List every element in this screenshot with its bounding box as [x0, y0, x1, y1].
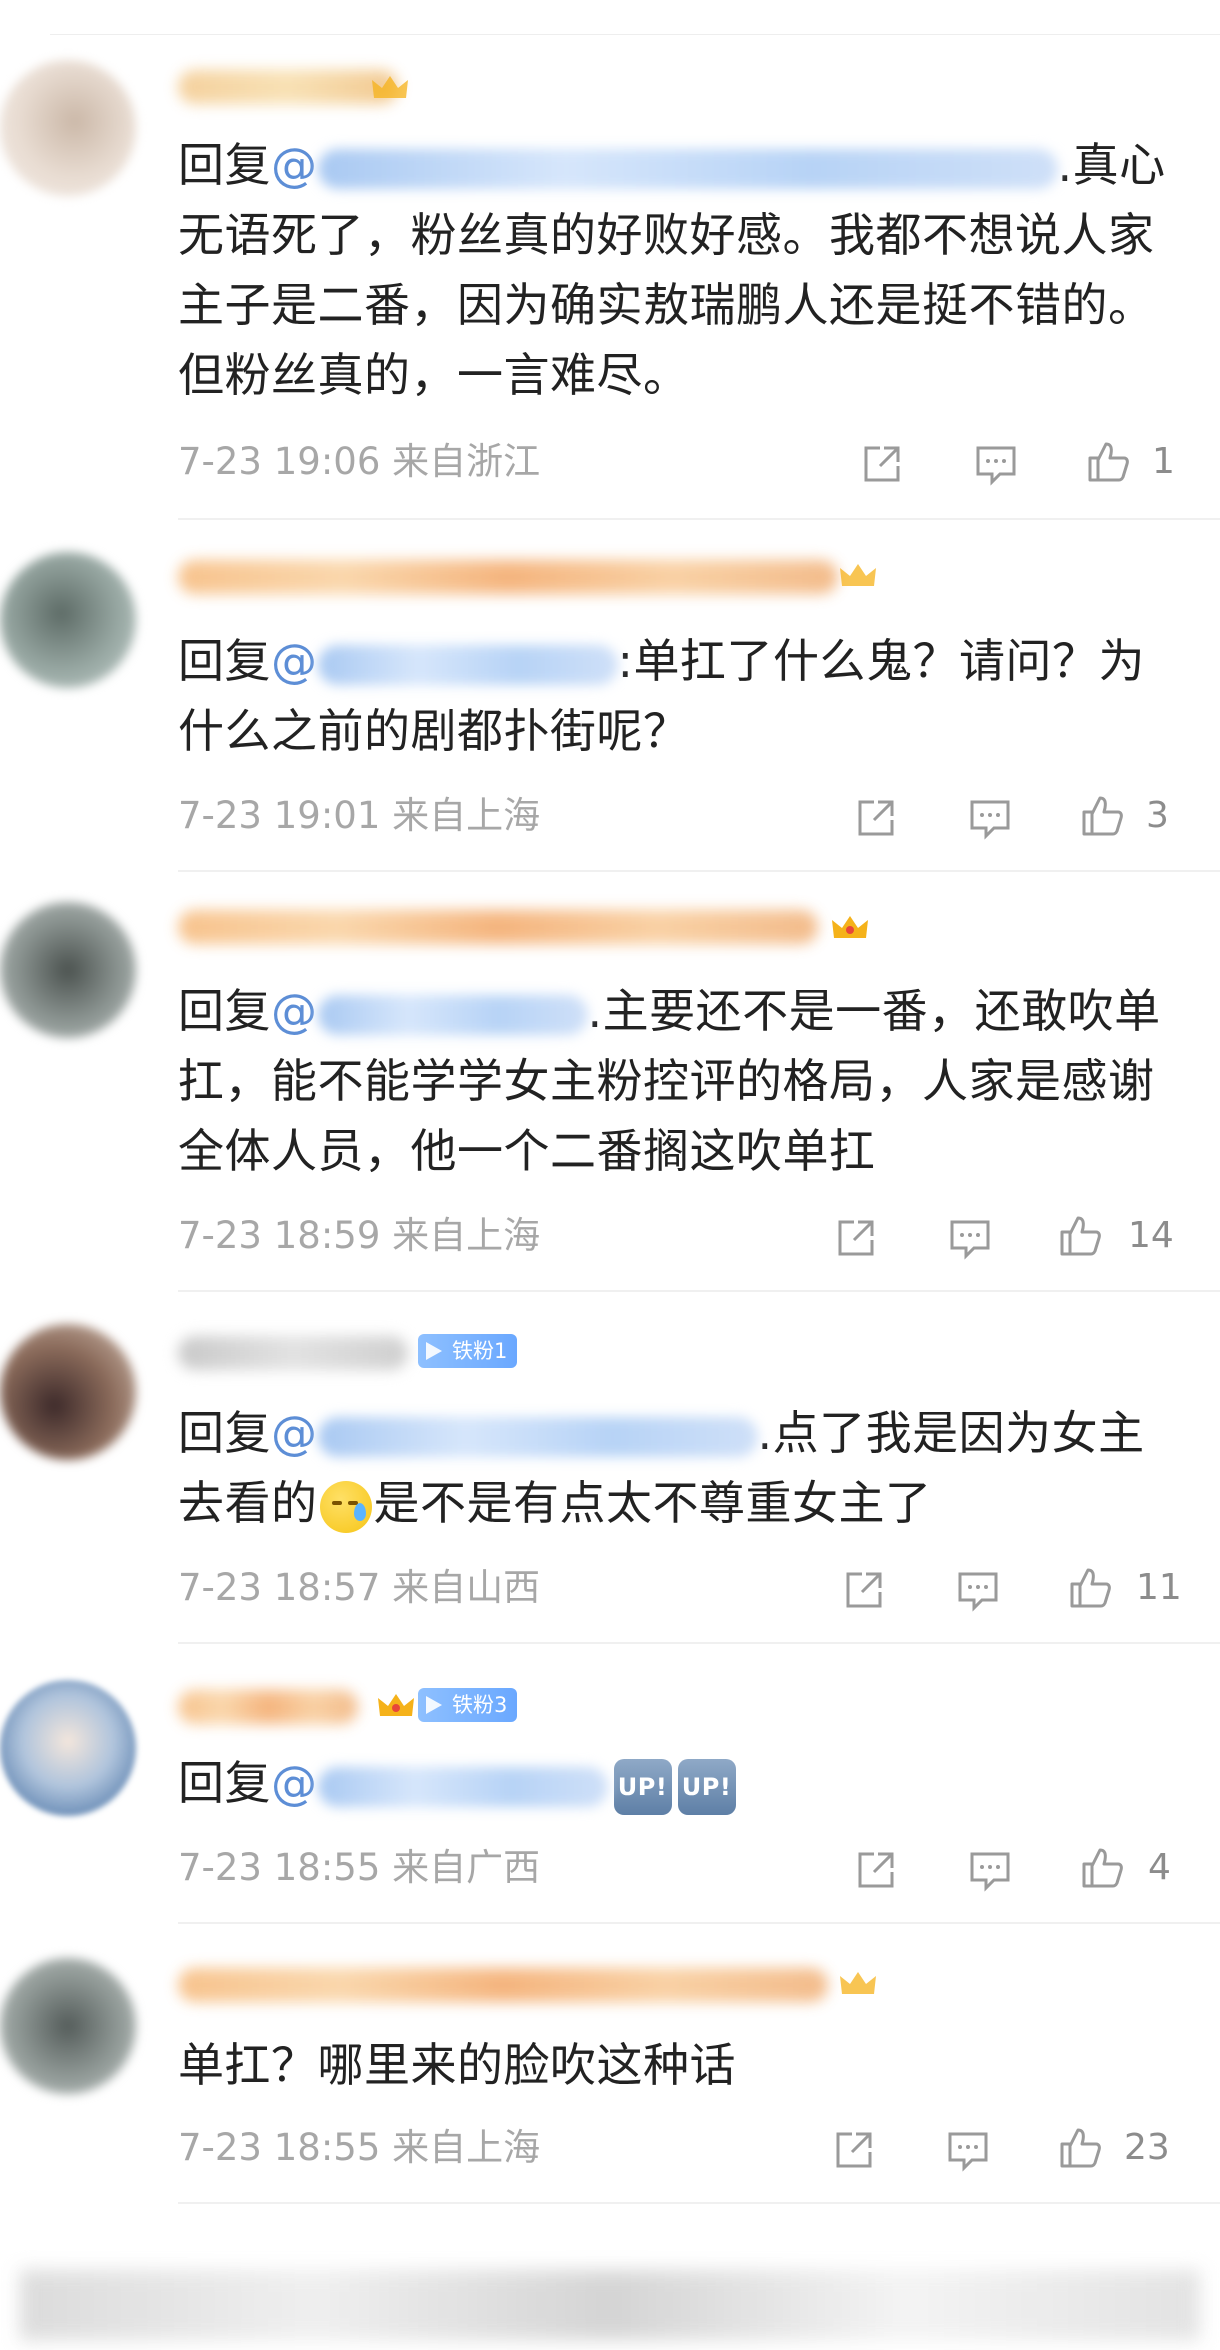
username-blurred[interactable]	[178, 1690, 358, 1724]
comment-time: 7-23 18:55	[178, 2126, 381, 2169]
comment-text: 回复@ .主要还不是一番，还敢吹单扛，能不能学学女主粉控评的格局，人家是感谢全体人…	[178, 984, 1161, 1178]
up-emoji-icon: UP!	[677, 1758, 736, 1815]
mention-blurred[interactable]	[317, 1416, 758, 1457]
avatar[interactable]	[0, 902, 136, 1038]
comment-meta: 7-23 18:59 来自上海	[178, 1214, 540, 1258]
comment-meta: 7-23 18:55 来自上海	[178, 2126, 540, 2170]
mention-blurred[interactable]	[317, 1766, 608, 1807]
comment-location: 来自上海	[392, 1214, 541, 1257]
username-blurred[interactable]	[178, 910, 818, 944]
divider	[178, 518, 1220, 520]
comment-location: 来自广西	[392, 1846, 541, 1889]
fan-badge: 铁粉1	[418, 1334, 518, 1368]
comment-icon[interactable]	[954, 1566, 1002, 1614]
username-blurred[interactable]	[178, 1336, 408, 1370]
mention-blurred[interactable]	[317, 994, 588, 1035]
comment-time: 7-23 19:01	[178, 794, 381, 837]
crown-icon	[832, 916, 868, 938]
comment-icon[interactable]	[946, 1214, 994, 1262]
comment-meta: 7-23 18:57 来自山西	[178, 1566, 540, 1610]
avatar[interactable]	[0, 1680, 136, 1816]
like-count: 1	[1152, 441, 1175, 482]
like-icon[interactable]	[1084, 438, 1132, 486]
like-icon[interactable]	[1056, 2124, 1104, 2172]
comment-time: 7-23 18:57	[178, 1566, 381, 1609]
sweat-emoji-icon	[319, 1480, 372, 1533]
username-blurred[interactable]	[178, 1968, 828, 2002]
share-icon[interactable]	[840, 1566, 888, 1614]
comment-location: 来自上海	[392, 2126, 541, 2169]
reply-input-blurred[interactable]	[20, 2270, 1200, 2340]
comment-text: 单扛？哪里来的脸吹这种话	[178, 2038, 736, 2092]
like-count: 11	[1136, 1567, 1182, 1608]
top-divider	[50, 34, 1220, 35]
share-icon[interactable]	[830, 2126, 878, 2174]
like-count: 4	[1148, 1847, 1171, 1888]
avatar[interactable]	[0, 552, 136, 688]
divider	[178, 1290, 1220, 1292]
crown-icon	[378, 1694, 414, 1716]
comment-text: 回复@ .点了我是因为女主去看的 是不是有点太不尊重女主了	[178, 1398, 1188, 1538]
comment-icon[interactable]	[972, 440, 1020, 488]
comment-location: 来自上海	[392, 794, 541, 837]
username-blurred[interactable]	[178, 70, 398, 104]
comment-location: 来自山西	[392, 1566, 541, 1609]
comment-text: 回复@ .真心无语死了，粉丝真的好败好感。我都不想说人家主子是二番，因为确实敖瑞鹏…	[178, 138, 1166, 402]
comment-text: 回复@:单扛了什么鬼？请问？为什么之前的剧都扑街呢？	[178, 634, 1145, 758]
divider	[178, 870, 1220, 872]
share-icon[interactable]	[858, 440, 906, 488]
up-emoji-icon: UP!	[613, 1758, 672, 1815]
like-icon[interactable]	[1066, 1564, 1114, 1612]
like-icon[interactable]	[1056, 1212, 1104, 1260]
comment-meta: 7-23 18:55 来自广西	[178, 1846, 540, 1890]
comment-time: 7-23 18:59	[178, 1214, 381, 1257]
divider	[178, 2202, 1220, 2204]
share-icon[interactable]	[852, 1846, 900, 1894]
comment-time: 7-23 18:55	[178, 1846, 381, 1889]
avatar[interactable]	[0, 60, 136, 196]
share-icon[interactable]	[832, 1214, 880, 1262]
comment-meta: 7-23 19:01 来自上海	[178, 794, 540, 838]
comment-time: 7-23 19:06	[178, 440, 381, 483]
comment-meta: 7-23 19:06 来自浙江	[178, 440, 540, 484]
fan-badge: 铁粉3	[418, 1688, 518, 1722]
crown-icon	[372, 76, 408, 98]
mention-blurred[interactable]	[317, 148, 1058, 189]
comment-location: 来自浙江	[392, 440, 541, 483]
crown-icon	[840, 564, 876, 586]
mention-blurred[interactable]	[317, 644, 618, 685]
like-icon[interactable]	[1078, 792, 1126, 840]
like-count: 3	[1146, 795, 1169, 836]
crown-icon	[840, 1972, 876, 1994]
like-count: 23	[1124, 2127, 1170, 2168]
share-icon[interactable]	[852, 794, 900, 842]
username-blurred[interactable]	[178, 560, 838, 594]
comment-icon[interactable]	[966, 1846, 1014, 1894]
like-count: 14	[1128, 1215, 1174, 1256]
comment-text: 回复@ UP! UP!	[178, 1748, 1188, 1818]
divider	[178, 1922, 1220, 1924]
avatar[interactable]	[0, 1324, 136, 1460]
like-icon[interactable]	[1078, 1844, 1126, 1892]
avatar[interactable]	[0, 1958, 136, 2094]
comment-icon[interactable]	[944, 2126, 992, 2174]
comment-icon[interactable]	[966, 794, 1014, 842]
divider	[178, 1642, 1220, 1644]
